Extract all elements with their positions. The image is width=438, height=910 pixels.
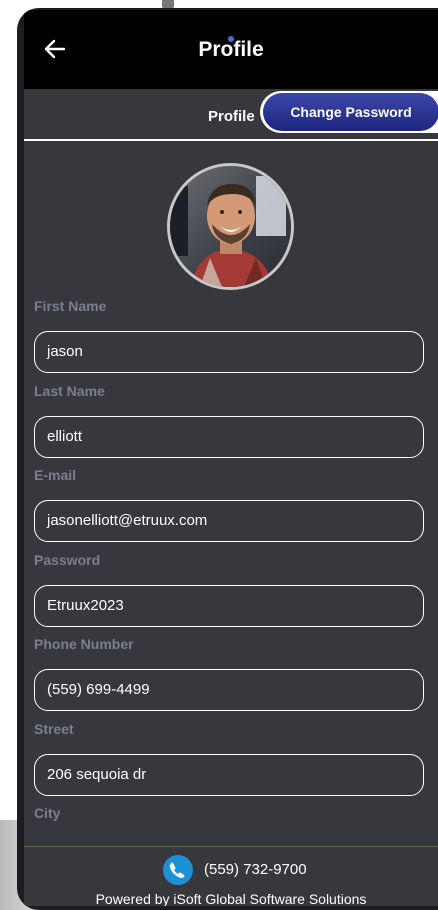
phone-icon[interactable] xyxy=(163,855,193,885)
password-input[interactable]: Etruux2023 xyxy=(34,585,424,627)
tab-change-password[interactable]: Change Password xyxy=(263,93,438,131)
screen: Profile Profile Change Password First Na… xyxy=(24,10,438,906)
phone-glyph xyxy=(169,862,185,878)
profile-photo xyxy=(170,166,291,287)
phone-number-label: Phone Number xyxy=(34,636,134,652)
password-label: Password xyxy=(34,552,101,568)
avatar[interactable] xyxy=(167,163,294,290)
last-name-input[interactable]: elliott xyxy=(34,416,424,458)
tab-bar: Profile Change Password xyxy=(24,89,438,141)
footer-phone-number[interactable]: (559) 732-9700 xyxy=(204,861,307,878)
powered-by-text: Powered by iSoft Global Software Solutio… xyxy=(95,891,367,906)
city-label: City xyxy=(34,805,61,821)
front-camera xyxy=(228,36,234,42)
tab-profile[interactable]: Profile xyxy=(208,108,255,125)
street-label: Street xyxy=(34,721,74,737)
email-label: E-mail xyxy=(34,467,77,483)
email-input[interactable]: jasonelliott@etruux.com xyxy=(34,500,424,542)
footer: (559) 732-9700 Powered by iSoft Global S… xyxy=(24,846,438,906)
street-input[interactable]: 206 sequoia dr xyxy=(34,754,424,796)
phone-number-input[interactable]: (559) 699-4499 xyxy=(34,669,424,711)
first-name-input[interactable]: jason xyxy=(34,331,424,373)
first-name-label: First Name xyxy=(34,298,107,314)
device-frame: Profile Profile Change Password First Na… xyxy=(17,8,438,910)
last-name-label: Last Name xyxy=(34,383,105,399)
tab-underline xyxy=(24,139,438,141)
app-bar: Profile xyxy=(24,10,438,89)
